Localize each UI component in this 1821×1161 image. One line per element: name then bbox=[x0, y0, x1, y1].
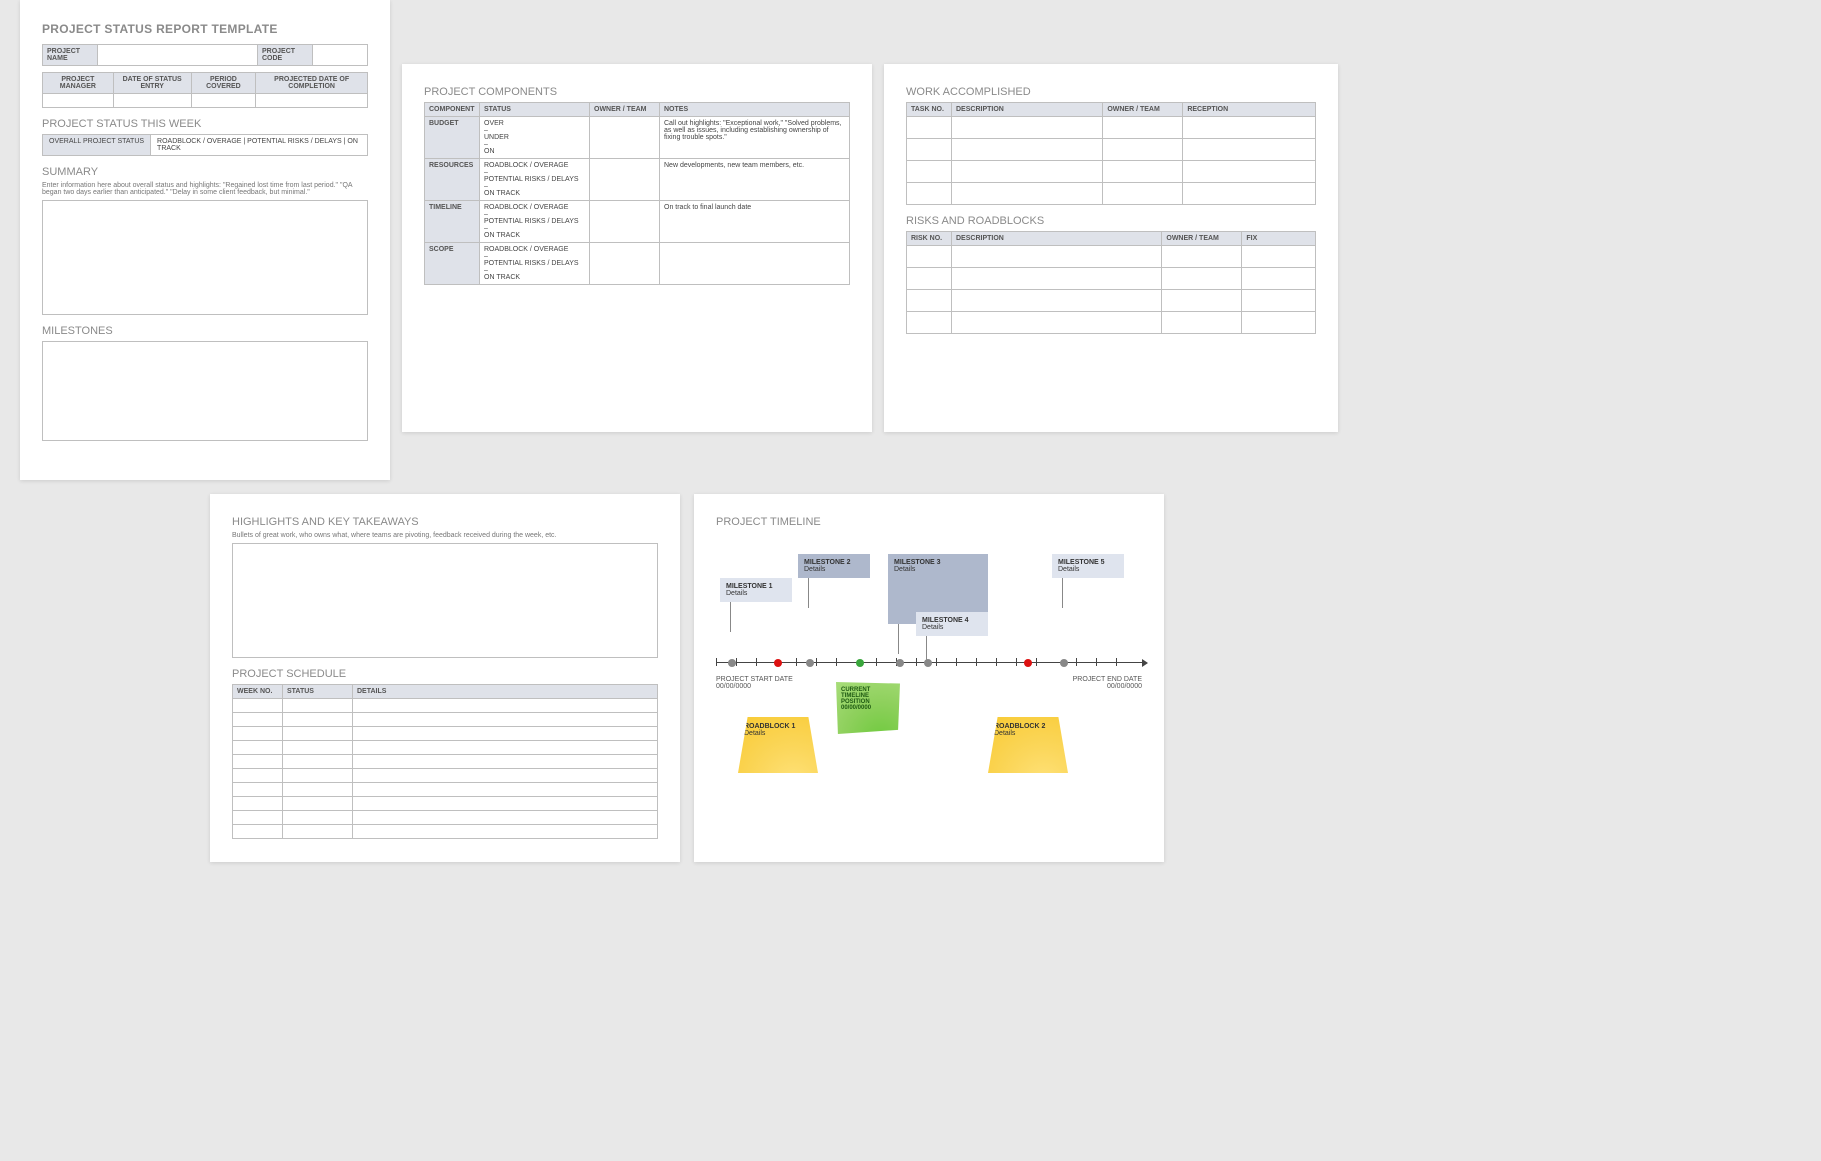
project-code-label: PROJECT CODE bbox=[258, 45, 313, 66]
status-week-heading: PROJECT STATUS THIS WEEK bbox=[42, 118, 368, 130]
timeline-diagram: MILESTONE 1Details MILESTONE 2Details MI… bbox=[716, 532, 1142, 832]
milestone-5: MILESTONE 5Details bbox=[1052, 554, 1124, 578]
roadblock-2: ROADBLOCK 2Details bbox=[988, 717, 1068, 773]
table-row bbox=[233, 811, 658, 825]
milestone-dot-icon bbox=[806, 659, 814, 667]
table-row bbox=[233, 825, 658, 839]
project-name-cell[interactable] bbox=[98, 45, 258, 66]
page-project-status: PROJECT STATUS REPORT TEMPLATE PROJECT N… bbox=[20, 0, 390, 480]
risks-table: RISK NO. DESCRIPTION OWNER / TEAM FIX bbox=[906, 231, 1316, 334]
table-row bbox=[907, 312, 1316, 334]
table-row: TIMELINE ROADBLOCK / OVERAGE – POTENTIAL… bbox=[425, 201, 850, 243]
milestone-2: MILESTONE 2Details bbox=[798, 554, 870, 578]
overall-status-label: OVERALL PROJECT STATUS bbox=[42, 134, 151, 156]
table-row bbox=[233, 727, 658, 741]
table-row bbox=[907, 290, 1316, 312]
table-row: RESOURCES ROADBLOCK / OVERAGE – POTENTIA… bbox=[425, 159, 850, 201]
table-row bbox=[907, 139, 1316, 161]
table-row bbox=[233, 755, 658, 769]
roadblock-dot-icon bbox=[774, 659, 782, 667]
table-row bbox=[907, 268, 1316, 290]
table-row bbox=[233, 769, 658, 783]
project-code-cell[interactable] bbox=[313, 45, 368, 66]
work-table: TASK NO. DESCRIPTION OWNER / TEAM RECEPT… bbox=[906, 102, 1316, 205]
timeline-heading: PROJECT TIMELINE bbox=[716, 516, 1142, 528]
end-date-label: PROJECT END DATE00/00/0000 bbox=[1073, 676, 1142, 690]
milestone-dot-icon bbox=[1060, 659, 1068, 667]
table-row bbox=[907, 161, 1316, 183]
table-row bbox=[233, 797, 658, 811]
project-name-label: PROJECT NAME bbox=[43, 45, 98, 66]
components-heading: PROJECT COMPONENTS bbox=[424, 86, 850, 98]
summary-desc: Enter information here about overall sta… bbox=[42, 182, 368, 196]
page-project-timeline: PROJECT TIMELINE MILESTONE 1Details MILE… bbox=[694, 494, 1164, 862]
milestone-dot-icon bbox=[924, 659, 932, 667]
milestones-heading: MILESTONES bbox=[42, 325, 368, 337]
risks-heading: RISKS AND ROADBLOCKS bbox=[906, 215, 1316, 227]
highlights-desc: Bullets of great work, who owns what, wh… bbox=[232, 532, 658, 539]
work-heading: WORK ACCOMPLISHED bbox=[906, 86, 1316, 98]
roadblock-1: ROADBLOCK 1Details bbox=[738, 717, 818, 773]
table-row bbox=[233, 783, 658, 797]
page-title: PROJECT STATUS REPORT TEMPLATE bbox=[42, 22, 368, 36]
table-row bbox=[233, 741, 658, 755]
page-highlights-schedule: HIGHLIGHTS AND KEY TAKEAWAYS Bullets of … bbox=[210, 494, 680, 862]
table-row bbox=[907, 246, 1316, 268]
current-position-note: CURRENT TIMELINE POSITION00/00/0000 bbox=[836, 682, 900, 734]
overall-status-value: ROADBLOCK / OVERAGE | POTENTIAL RISKS / … bbox=[151, 134, 368, 156]
project-ident-table: PROJECT NAME PROJECT CODE bbox=[42, 44, 368, 66]
table-row bbox=[907, 183, 1316, 205]
table-row bbox=[233, 713, 658, 727]
page-work-risks: WORK ACCOMPLISHED TASK NO. DESCRIPTION O… bbox=[884, 64, 1338, 432]
summary-box[interactable] bbox=[42, 200, 368, 315]
schedule-heading: PROJECT SCHEDULE bbox=[232, 668, 658, 680]
milestone-4: MILESTONE 4Details bbox=[916, 612, 988, 636]
project-info-table: PROJECT MANAGER DATE OF STATUS ENTRY PER… bbox=[42, 72, 368, 108]
roadblock-dot-icon bbox=[1024, 659, 1032, 667]
table-row: BUDGET OVER – UNDER – ON Call out highli… bbox=[425, 117, 850, 159]
schedule-table: WEEK NO. STATUS DETAILS bbox=[232, 684, 658, 839]
milestone-dot-icon bbox=[728, 659, 736, 667]
summary-heading: SUMMARY bbox=[42, 166, 368, 178]
highlights-box[interactable] bbox=[232, 543, 658, 658]
start-date-label: PROJECT START DATE00/00/0000 bbox=[716, 676, 793, 690]
components-table: COMPONENT STATUS OWNER / TEAM NOTES BUDG… bbox=[424, 102, 850, 285]
milestone-dot-icon bbox=[896, 659, 904, 667]
milestone-1: MILESTONE 1Details bbox=[720, 578, 792, 602]
page-project-components: PROJECT COMPONENTS COMPONENT STATUS OWNE… bbox=[402, 64, 872, 432]
milestones-box[interactable] bbox=[42, 341, 368, 441]
table-row: SCOPE ROADBLOCK / OVERAGE – POTENTIAL RI… bbox=[425, 243, 850, 285]
table-row bbox=[907, 117, 1316, 139]
highlights-heading: HIGHLIGHTS AND KEY TAKEAWAYS bbox=[232, 516, 658, 528]
current-dot-icon bbox=[856, 659, 864, 667]
table-row bbox=[233, 699, 658, 713]
overall-status-row: OVERALL PROJECT STATUS ROADBLOCK / OVERA… bbox=[42, 134, 368, 156]
